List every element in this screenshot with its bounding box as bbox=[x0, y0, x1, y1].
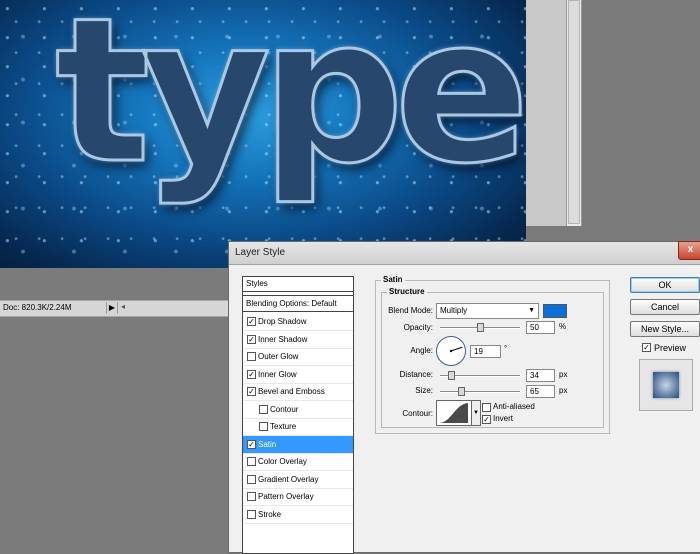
style-item-checkbox[interactable]: ✓ bbox=[247, 334, 256, 344]
anti-aliased-label: Anti-aliased bbox=[493, 402, 535, 411]
size-unit: px bbox=[559, 386, 568, 395]
satin-section-title: Satin bbox=[381, 275, 405, 284]
preview-checkbox[interactable]: ✓ bbox=[642, 343, 651, 352]
preview-label: Preview bbox=[654, 343, 687, 353]
style-item-checkbox[interactable] bbox=[247, 457, 256, 466]
contour-dropdown-arrow-icon[interactable]: ▼ bbox=[471, 400, 481, 426]
style-item-drop-shadow[interactable]: ✓ Drop Shadow bbox=[243, 313, 353, 331]
style-item-label: Inner Glow bbox=[258, 369, 297, 379]
doc-size-readout: Doc: 820.3K/2.24M bbox=[3, 303, 72, 312]
cancel-button[interactable]: Cancel bbox=[630, 299, 700, 315]
style-item-label: Bevel and Emboss bbox=[258, 387, 325, 396]
style-item-outer-glow[interactable]: Outer Glow bbox=[243, 348, 353, 366]
distance-unit: px bbox=[559, 370, 568, 379]
close-button[interactable]: x bbox=[678, 241, 700, 260]
style-item-checkbox[interactable] bbox=[247, 492, 256, 501]
style-item-label: Color Overlay bbox=[258, 457, 307, 466]
new-style-button[interactable]: New Style... bbox=[630, 321, 700, 337]
blend-mode-label: Blend Mode: bbox=[388, 306, 433, 315]
styles-header[interactable]: Styles bbox=[243, 277, 354, 292]
style-item-checkbox[interactable]: ✓ bbox=[247, 387, 256, 396]
opacity-slider-thumb[interactable] bbox=[477, 323, 484, 332]
style-item-label: Inner Shadow bbox=[258, 334, 308, 344]
style-item-checkbox[interactable]: ✓ bbox=[247, 317, 256, 326]
style-item-texture[interactable]: Texture bbox=[243, 418, 353, 436]
type-text-artwork: type bbox=[54, 0, 526, 208]
style-item-checkbox[interactable] bbox=[247, 509, 256, 519]
blend-mode-select[interactable]: Multiply ▼ bbox=[436, 303, 539, 319]
angle-input[interactable]: 19 bbox=[470, 345, 501, 358]
dialog-titlebar[interactable]: Layer Style x bbox=[229, 241, 700, 265]
style-item-gradient-overlay[interactable]: Gradient Overlay bbox=[243, 471, 353, 489]
style-item-label: Pattern Overlay bbox=[258, 492, 314, 501]
style-item-checkbox[interactable]: ✓ bbox=[247, 439, 256, 449]
style-item-contour[interactable]: Contour bbox=[243, 401, 353, 419]
style-item-label: Satin bbox=[258, 439, 277, 449]
style-item-label: Outer Glow bbox=[258, 352, 299, 361]
blending-options-item[interactable]: Blending Options: Default bbox=[243, 295, 354, 312]
satin-color-swatch[interactable] bbox=[543, 304, 567, 318]
style-item-label: Drop Shadow bbox=[258, 317, 307, 326]
layer-style-dialog: Layer Style x Styles Blending Options: D… bbox=[228, 241, 700, 554]
size-label: Size: bbox=[415, 386, 433, 395]
style-item-checkbox[interactable] bbox=[259, 404, 268, 414]
size-slider-thumb[interactable] bbox=[457, 387, 465, 396]
style-item-label: Contour bbox=[270, 404, 299, 414]
scroll-left-arrow-icon[interactable]: ◂ bbox=[121, 302, 125, 311]
style-item-inner-shadow[interactable]: ✓ Inner Shadow bbox=[243, 331, 353, 349]
style-item-label: Stroke bbox=[258, 509, 282, 519]
style-item-checkbox[interactable]: ✓ bbox=[247, 369, 256, 379]
style-item-bevel-and-emboss[interactable]: ✓ Bevel and Emboss bbox=[243, 383, 353, 401]
style-item-checkbox[interactable] bbox=[247, 352, 256, 361]
document-canvas[interactable]: type bbox=[0, 0, 526, 268]
angle-dial[interactable] bbox=[436, 336, 466, 366]
distance-label: Distance: bbox=[399, 370, 433, 379]
style-item-label: Gradient Overlay bbox=[258, 474, 319, 484]
style-item-inner-glow[interactable]: ✓ Inner Glow bbox=[243, 366, 353, 384]
dialog-title: Layer Style bbox=[235, 247, 286, 258]
style-item-checkbox[interactable] bbox=[259, 422, 268, 431]
distance-slider-thumb[interactable] bbox=[448, 371, 456, 380]
opacity-slider[interactable] bbox=[440, 323, 520, 332]
distance-input[interactable]: 34 bbox=[526, 369, 555, 382]
style-item-checkbox[interactable] bbox=[247, 474, 256, 484]
style-preview-swatch bbox=[653, 372, 679, 398]
contour-picker[interactable] bbox=[436, 400, 472, 426]
angle-dial-needle-icon bbox=[449, 346, 463, 353]
structure-title: Structure bbox=[387, 287, 427, 296]
blend-mode-value: Multiply bbox=[440, 306, 468, 315]
angle-unit: ° bbox=[504, 344, 508, 353]
style-preview-thumbnail bbox=[639, 359, 693, 411]
opacity-label: Opacity: bbox=[403, 323, 433, 332]
style-item-pattern-overlay[interactable]: Pattern Overlay bbox=[243, 488, 353, 506]
contour-label: Contour: bbox=[402, 409, 433, 418]
style-item-label: Texture bbox=[270, 422, 297, 431]
styles-list: Styles Blending Options: Default ✓ Drop S… bbox=[242, 276, 354, 554]
contour-curve-icon bbox=[439, 403, 468, 423]
invert-label: Invert bbox=[493, 414, 514, 423]
opacity-unit: % bbox=[559, 322, 567, 331]
ok-button[interactable]: OK bbox=[630, 277, 700, 293]
invert-checkbox[interactable]: ✓ bbox=[482, 415, 491, 424]
angle-label: Angle: bbox=[410, 346, 433, 355]
vertical-scrollbar[interactable] bbox=[566, 0, 582, 226]
vertical-scrollbar-thumb[interactable] bbox=[568, 0, 580, 224]
status-menu-arrow-icon[interactable]: ▶ bbox=[106, 302, 118, 314]
style-item-satin[interactable]: ✓ Satin bbox=[243, 435, 353, 454]
size-input[interactable]: 65 bbox=[526, 385, 555, 398]
canvas-pasteboard bbox=[526, 0, 566, 226]
opacity-input[interactable]: 50 bbox=[526, 321, 555, 334]
anti-aliased-checkbox[interactable] bbox=[482, 403, 491, 412]
style-item-color-overlay[interactable]: Color Overlay bbox=[243, 453, 353, 471]
distance-slider[interactable] bbox=[440, 371, 520, 380]
chevron-down-icon: ▼ bbox=[528, 307, 535, 314]
size-slider[interactable] bbox=[440, 387, 520, 396]
style-item-stroke[interactable]: Stroke bbox=[243, 506, 353, 524]
